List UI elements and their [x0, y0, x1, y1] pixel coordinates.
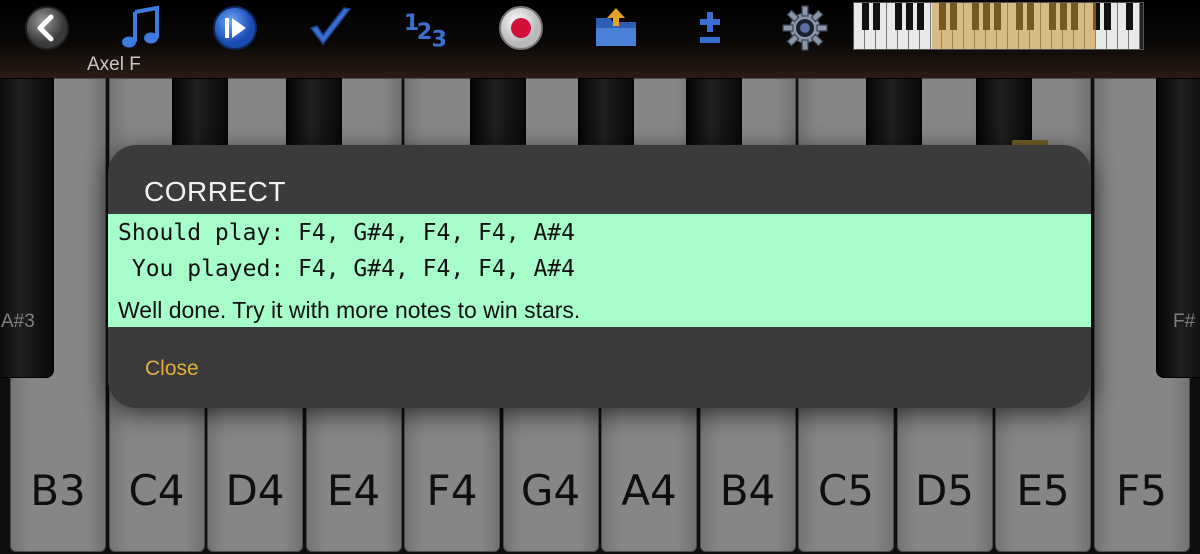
- result-message: Well done. Try it with more notes to win…: [118, 297, 581, 323]
- dialog-title: CORRECT: [144, 176, 286, 207]
- you-played-row: You played: F4, G#4, F4, F4, A#4: [118, 256, 575, 282]
- should-play-label: Should play:: [118, 220, 285, 246]
- mini-black-key: [917, 3, 924, 30]
- svg-text:2: 2: [417, 19, 432, 45]
- song-name: Axel F: [87, 54, 141, 75]
- settings-gear-icon[interactable]: [781, 4, 829, 52]
- open-folder-icon[interactable]: [592, 4, 640, 52]
- mini-keyboard-navigator[interactable]: [853, 2, 1144, 50]
- numbers-icon[interactable]: 1 2 3: [402, 4, 450, 52]
- svg-text:3: 3: [432, 26, 447, 52]
- result-dialog: CORRECT Should play: F4, G#4, F4, F4, A#…: [108, 145, 1091, 408]
- play-step-icon[interactable]: [211, 4, 259, 52]
- mini-black-key: [895, 3, 902, 30]
- checkmark-icon[interactable]: [306, 4, 354, 52]
- mini-black-key: [873, 3, 880, 30]
- you-played-notes: F4, G#4, F4, F4, A#4: [298, 256, 575, 282]
- record-icon[interactable]: [497, 4, 545, 52]
- music-note-icon[interactable]: [117, 4, 165, 52]
- visible-range-highlight[interactable]: [932, 3, 1096, 49]
- should-play-row: Should play: F4, G#4, F4, F4, A#4: [118, 220, 575, 246]
- mini-black-key: [1126, 3, 1133, 30]
- close-button[interactable]: Close: [145, 357, 199, 381]
- mini-black-key: [1104, 3, 1111, 30]
- plus-minus-icon[interactable]: [686, 4, 734, 52]
- result-panel: Should play: F4, G#4, F4, F4, A#4 You pl…: [108, 214, 1091, 327]
- you-played-label: You played:: [131, 256, 285, 282]
- back-icon[interactable]: [23, 4, 71, 52]
- mini-black-key: [906, 3, 913, 30]
- mini-black-key: [862, 3, 869, 30]
- toolbar: Axel F 1 2 3: [0, 0, 1200, 78]
- should-play-notes: F4, G#4, F4, F4, A#4: [298, 220, 575, 246]
